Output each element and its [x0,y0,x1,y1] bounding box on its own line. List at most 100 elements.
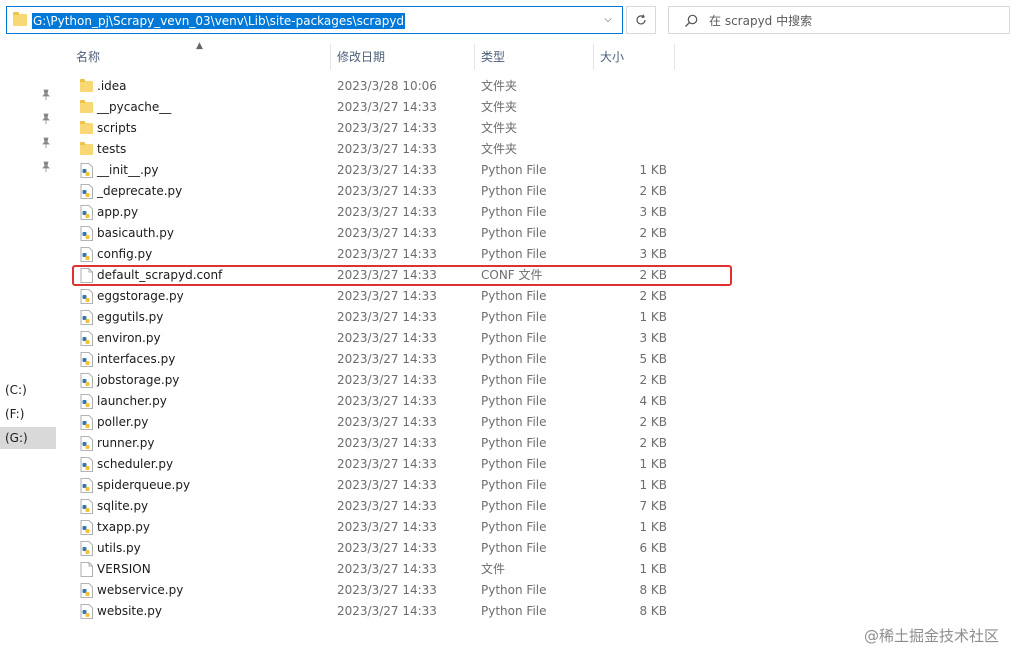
file-type: Python File [481,457,547,471]
file-name[interactable]: spiderqueue.py [97,475,190,496]
file-size: 1 KB [639,163,667,177]
refresh-button[interactable] [626,6,656,34]
file-date: 2023/3/27 14:33 [337,415,437,429]
file-size: 1 KB [639,310,667,324]
file-row[interactable]: interfaces.py 2023/3/27 14:33 Python File 5… [0,349,700,370]
file-row[interactable]: poller.py 2023/3/27 14:33 Python File 2 KB [0,412,700,433]
file-date: 2023/3/27 14:33 [337,541,437,555]
search-box[interactable]: 在 scrapyd 中搜索 [668,6,1010,34]
column-header-date[interactable]: 修改日期 [331,44,474,70]
file-type: Python File [481,373,547,387]
file-type: Python File [481,415,547,429]
file-name[interactable]: __init__.py [97,160,159,181]
file-row[interactable]: app.py 2023/3/27 14:33 Python File 3 KB [0,202,700,223]
file-row[interactable]: .idea 2023/3/28 10:06 文件夹 [0,76,700,97]
file-row[interactable]: _deprecate.py 2023/3/27 14:33 Python File 2… [0,181,700,202]
file-name[interactable]: tests [97,139,126,160]
file-name[interactable]: webservice.py [97,580,183,601]
column-header-name[interactable]: 名称 [70,44,330,70]
file-row[interactable]: basicauth.py 2023/3/27 14:33 Python File 2 … [0,223,700,244]
highlight-box [72,265,732,286]
file-size: 2 KB [639,415,667,429]
file-row[interactable]: website.py 2023/3/27 14:33 Python File 8 KB [0,601,700,622]
python-file-icon [80,205,93,220]
file-row[interactable]: config.py 2023/3/27 14:33 Python File 3 KB [0,244,700,265]
column-divider[interactable] [674,44,675,70]
file-row[interactable]: scheduler.py 2023/3/27 14:33 Python File 1 … [0,454,700,475]
file-name[interactable]: runner.py [97,433,155,454]
file-date: 2023/3/27 14:33 [337,163,437,177]
file-date: 2023/3/27 14:33 [337,289,437,303]
file-row[interactable]: scripts 2023/3/27 14:33 文件夹 [0,118,700,139]
file-size: 2 KB [639,373,667,387]
file-row[interactable]: environ.py 2023/3/27 14:33 Python File 3 KB [0,328,700,349]
file-size: 8 KB [639,583,667,597]
file-row[interactable]: utils.py 2023/3/27 14:33 Python File 6 KB [0,538,700,559]
folder-icon [13,12,27,26]
file-row[interactable]: launcher.py 2023/3/27 14:33 Python File 4 K… [0,391,700,412]
file-name[interactable]: jobstorage.py [97,370,179,391]
file-name[interactable]: website.py [97,601,162,622]
file-type: Python File [481,541,547,555]
python-file-icon [80,184,93,199]
column-header-size[interactable]: 大小 [594,44,674,70]
python-file-icon [80,373,93,388]
file-name[interactable]: eggstorage.py [97,286,184,307]
python-file-icon [80,541,93,556]
file-row[interactable]: runner.py 2023/3/27 14:33 Python File 2 KB [0,433,700,454]
file-name[interactable]: poller.py [97,412,148,433]
file-date: 2023/3/27 14:33 [337,247,437,261]
file-size: 1 KB [639,457,667,471]
file-type: Python File [481,247,547,261]
file-name[interactable]: interfaces.py [97,349,175,370]
file-name[interactable]: config.py [97,244,152,265]
file-name[interactable]: _deprecate.py [97,181,182,202]
file-row[interactable]: eggstorage.py 2023/3/27 14:33 Python File 2… [0,286,700,307]
file-name[interactable]: eggutils.py [97,307,163,328]
address-path[interactable]: G:\Python_pj\Scrapy_vevn_03\venv\Lib\sit… [32,13,406,29]
file-row[interactable]: __pycache__ 2023/3/27 14:33 文件夹 [0,97,700,118]
file-date: 2023/3/27 14:33 [337,583,437,597]
file-name[interactable]: .idea [97,76,127,97]
file-size: 2 KB [639,184,667,198]
address-bar[interactable]: G:\Python_pj\Scrapy_vevn_03\venv\Lib\sit… [6,6,623,34]
file-name[interactable]: launcher.py [97,391,167,412]
file-row[interactable]: VERSION 2023/3/27 14:33 文件 1 KB [0,559,700,580]
file-size: 1 KB [639,478,667,492]
file-size: 4 KB [639,394,667,408]
file-row[interactable]: jobstorage.py 2023/3/27 14:33 Python File 2… [0,370,700,391]
file-name[interactable]: environ.py [97,328,161,349]
search-icon [685,14,698,27]
file-type: Python File [481,604,547,618]
file-row[interactable]: sqlite.py 2023/3/27 14:33 Python File 7 KB [0,496,700,517]
file-row[interactable]: spiderqueue.py 2023/3/27 14:33 Python File… [0,475,700,496]
folder-icon [80,121,93,134]
file-row[interactable]: webservice.py 2023/3/27 14:33 Python File 8… [0,580,700,601]
python-file-icon [80,604,93,619]
python-file-icon [80,583,93,598]
column-header-type[interactable]: 类型 [475,44,593,70]
file-name[interactable]: basicauth.py [97,223,174,244]
file-row[interactable]: txapp.py 2023/3/27 14:33 Python File 1 KB [0,517,700,538]
python-file-icon [80,331,93,346]
file-type: Python File [481,205,547,219]
file-row[interactable]: __init__.py 2023/3/27 14:33 Python File 1 K… [0,160,700,181]
file-name[interactable]: __pycache__ [97,97,171,118]
file-type: 文件夹 [481,100,518,114]
file-date: 2023/3/27 14:33 [337,310,437,324]
file-name[interactable]: utils.py [97,538,141,559]
file-name[interactable]: scheduler.py [97,454,173,475]
file-name[interactable]: scripts [97,118,137,139]
python-file-icon [80,457,93,472]
chevron-down-icon[interactable]: ⌵ [602,13,614,27]
file-row[interactable]: eggutils.py 2023/3/27 14:33 Python File 1 K… [0,307,700,328]
file-name[interactable]: sqlite.py [97,496,148,517]
file-name[interactable]: VERSION [97,559,151,580]
file-date: 2023/3/27 14:33 [337,100,437,114]
file-name[interactable]: app.py [97,202,138,223]
file-row[interactable]: tests 2023/3/27 14:33 文件夹 [0,139,700,160]
file-type: Python File [481,478,547,492]
file-name[interactable]: txapp.py [97,517,150,538]
file-icon [80,562,93,577]
file-type: 文件夹 [481,121,518,135]
